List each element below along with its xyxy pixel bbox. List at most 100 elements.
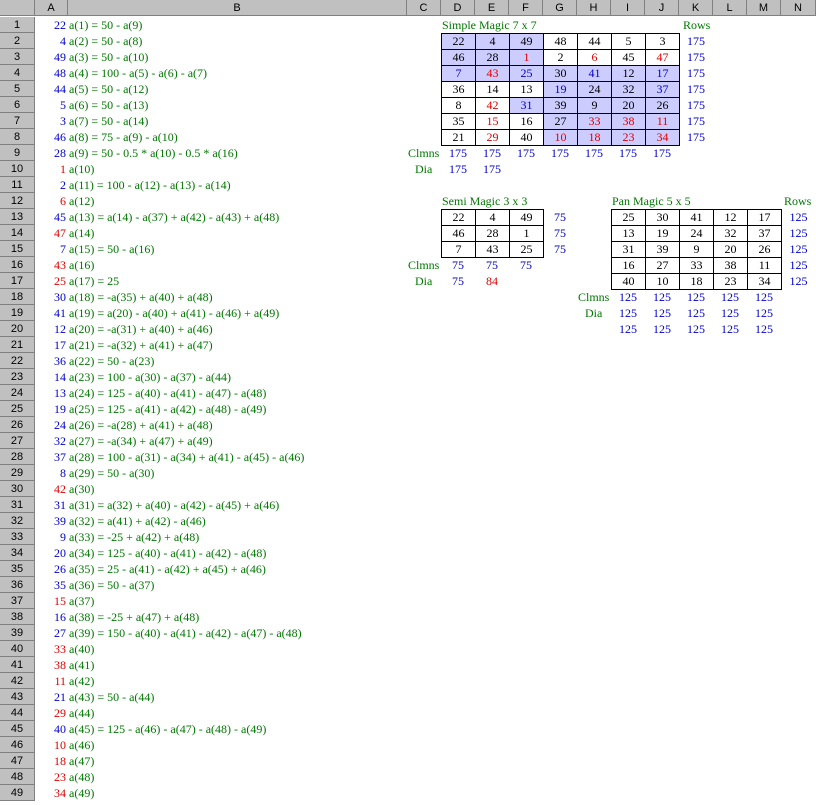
value-cell[interactable]: 2	[34, 177, 66, 193]
row-header[interactable]: 38	[0, 609, 35, 625]
formula-cell[interactable]: a(24) = 125 - a(40) - a(41) - a(47) - a(…	[69, 385, 266, 401]
formula-cell[interactable]: a(19) = a(20) - a(40) + a(41) - a(46) + …	[69, 305, 279, 321]
row-header[interactable]: 18	[0, 289, 35, 305]
row-header[interactable]: 41	[0, 657, 35, 673]
pan-grid-cell[interactable]: 24	[679, 225, 714, 242]
pan-diagonal-sum[interactable]: 125	[645, 321, 679, 337]
value-cell[interactable]: 34	[34, 785, 66, 801]
pan-grid-cell[interactable]: 34	[747, 273, 782, 290]
simple-grid-cell[interactable]: 1	[509, 49, 544, 66]
value-cell[interactable]: 1	[34, 161, 66, 177]
row-header[interactable]: 13	[0, 209, 35, 225]
pan-grid-cell[interactable]: 23	[713, 273, 748, 290]
value-cell[interactable]: 26	[34, 561, 66, 577]
row-header[interactable]: 6	[0, 97, 35, 113]
simple-grid-cell[interactable]: 40	[509, 129, 544, 146]
pan-diagonal-sum[interactable]: 125	[611, 305, 645, 321]
simple-grid-cell[interactable]: 13	[509, 81, 544, 98]
row-header[interactable]: 43	[0, 689, 35, 705]
formula-cell[interactable]: a(29) = 50 - a(30)	[69, 465, 154, 481]
pan-grid-cell[interactable]: 37	[747, 225, 782, 242]
simple-grid-cell[interactable]: 6	[577, 49, 612, 66]
value-cell[interactable]: 28	[34, 145, 66, 161]
pan-grid-cell[interactable]: 41	[679, 209, 714, 226]
simple-grid-cell[interactable]: 5	[611, 33, 646, 50]
formula-cell[interactable]: a(41)	[69, 657, 94, 673]
simple-grid-cell[interactable]: 17	[645, 65, 680, 82]
formula-cell[interactable]: a(32) = a(41) + a(42) - a(46)	[69, 513, 206, 529]
row-header[interactable]: 26	[0, 417, 35, 433]
simple-row-sum[interactable]: 175	[679, 65, 713, 81]
simple-grid-cell[interactable]: 23	[611, 129, 646, 146]
row-header[interactable]: 24	[0, 385, 35, 401]
simple-grid-cell[interactable]: 44	[577, 33, 612, 50]
formula-cell[interactable]: a(5) = 50 - a(12)	[69, 81, 148, 97]
value-cell[interactable]: 31	[34, 497, 66, 513]
value-cell[interactable]: 45	[34, 209, 66, 225]
simple-grid-cell[interactable]: 46	[441, 49, 476, 66]
simple-grid-cell[interactable]: 18	[577, 129, 612, 146]
pan-grid-cell[interactable]: 39	[645, 241, 680, 258]
simple-grid-cell[interactable]: 7	[441, 65, 476, 82]
semi-diagonal-sum[interactable]: 75	[441, 273, 475, 289]
pan-grid-cell[interactable]: 19	[645, 225, 680, 242]
value-cell[interactable]: 32	[34, 433, 66, 449]
pan-grid-cell[interactable]: 30	[645, 209, 680, 226]
row-header[interactable]: 4	[0, 65, 35, 81]
value-cell[interactable]: 43	[34, 257, 66, 273]
column-header-b[interactable]: B	[68, 0, 407, 16]
formula-cell[interactable]: a(38) = -25 + a(47) + a(48)	[69, 609, 199, 625]
row-header[interactable]: 46	[0, 737, 35, 753]
row-header[interactable]: 40	[0, 641, 35, 657]
column-header-i[interactable]: I	[611, 0, 645, 16]
value-cell[interactable]: 24	[34, 417, 66, 433]
row-header[interactable]: 10	[0, 161, 35, 177]
row-header[interactable]: 23	[0, 369, 35, 385]
simple-grid-cell[interactable]: 33	[577, 113, 612, 130]
pan-row-sum[interactable]: 125	[781, 225, 816, 241]
pan-grid-cell[interactable]: 32	[713, 225, 748, 242]
simple-grid-cell[interactable]: 11	[645, 113, 680, 130]
simple-grid-cell[interactable]: 4	[475, 33, 510, 50]
pan-grid-cell[interactable]: 18	[679, 273, 714, 290]
formula-cell[interactable]: a(23) = 100 - a(30) - a(37) - a(44)	[69, 369, 231, 385]
row-header[interactable]: 48	[0, 769, 35, 785]
pan-row-sum[interactable]: 125	[781, 257, 816, 273]
value-cell[interactable]: 46	[34, 129, 66, 145]
simple-grid-cell[interactable]: 42	[475, 97, 510, 114]
simple-grid-cell[interactable]: 49	[509, 33, 544, 50]
simple-grid-cell[interactable]: 9	[577, 97, 612, 114]
pan-grid-cell[interactable]: 10	[645, 273, 680, 290]
formula-cell[interactable]: a(21) = -a(32) + a(41) + a(47)	[69, 337, 213, 353]
simple-grid-cell[interactable]: 26	[645, 97, 680, 114]
formula-cell[interactable]: a(44)	[69, 705, 94, 721]
simple-grid-cell[interactable]: 16	[509, 113, 544, 130]
formula-cell[interactable]: a(45) = 125 - a(46) - a(47) - a(48) - a(…	[69, 721, 266, 737]
formula-cell[interactable]: a(3) = 50 - a(10)	[69, 49, 148, 65]
simple-column-sum[interactable]: 175	[645, 145, 679, 161]
formula-cell[interactable]: a(2) = 50 - a(8)	[69, 33, 142, 49]
formula-cell[interactable]: a(7) = 50 - a(14)	[69, 113, 148, 129]
semi-grid-cell[interactable]: 22	[441, 209, 476, 226]
semi-row-sum[interactable]: 75	[543, 225, 577, 241]
pan-diagonal-sum[interactable]: 125	[645, 305, 679, 321]
simple-grid-cell[interactable]: 43	[475, 65, 510, 82]
row-header[interactable]: 34	[0, 545, 35, 561]
value-cell[interactable]: 44	[34, 81, 66, 97]
value-cell[interactable]: 21	[34, 689, 66, 705]
row-header[interactable]: 1	[0, 17, 35, 33]
value-cell[interactable]: 3	[34, 113, 66, 129]
row-header[interactable]: 21	[0, 337, 35, 353]
row-header[interactable]: 9	[0, 145, 35, 161]
value-cell[interactable]: 15	[34, 593, 66, 609]
simple-diagonal-sum[interactable]: 175	[441, 161, 475, 177]
simple-grid-cell[interactable]: 32	[611, 81, 646, 98]
value-cell[interactable]: 14	[34, 369, 66, 385]
pan-column-sum[interactable]: 125	[645, 289, 679, 305]
simple-column-sum[interactable]: 175	[475, 145, 509, 161]
formula-cell[interactable]: a(18) = -a(35) + a(40) + a(48)	[69, 289, 213, 305]
simple-grid-cell[interactable]: 48	[543, 33, 578, 50]
pan-grid-cell[interactable]: 12	[713, 209, 748, 226]
column-header-a[interactable]: A	[35, 0, 68, 16]
semi-column-sum[interactable]: 75	[441, 257, 475, 273]
